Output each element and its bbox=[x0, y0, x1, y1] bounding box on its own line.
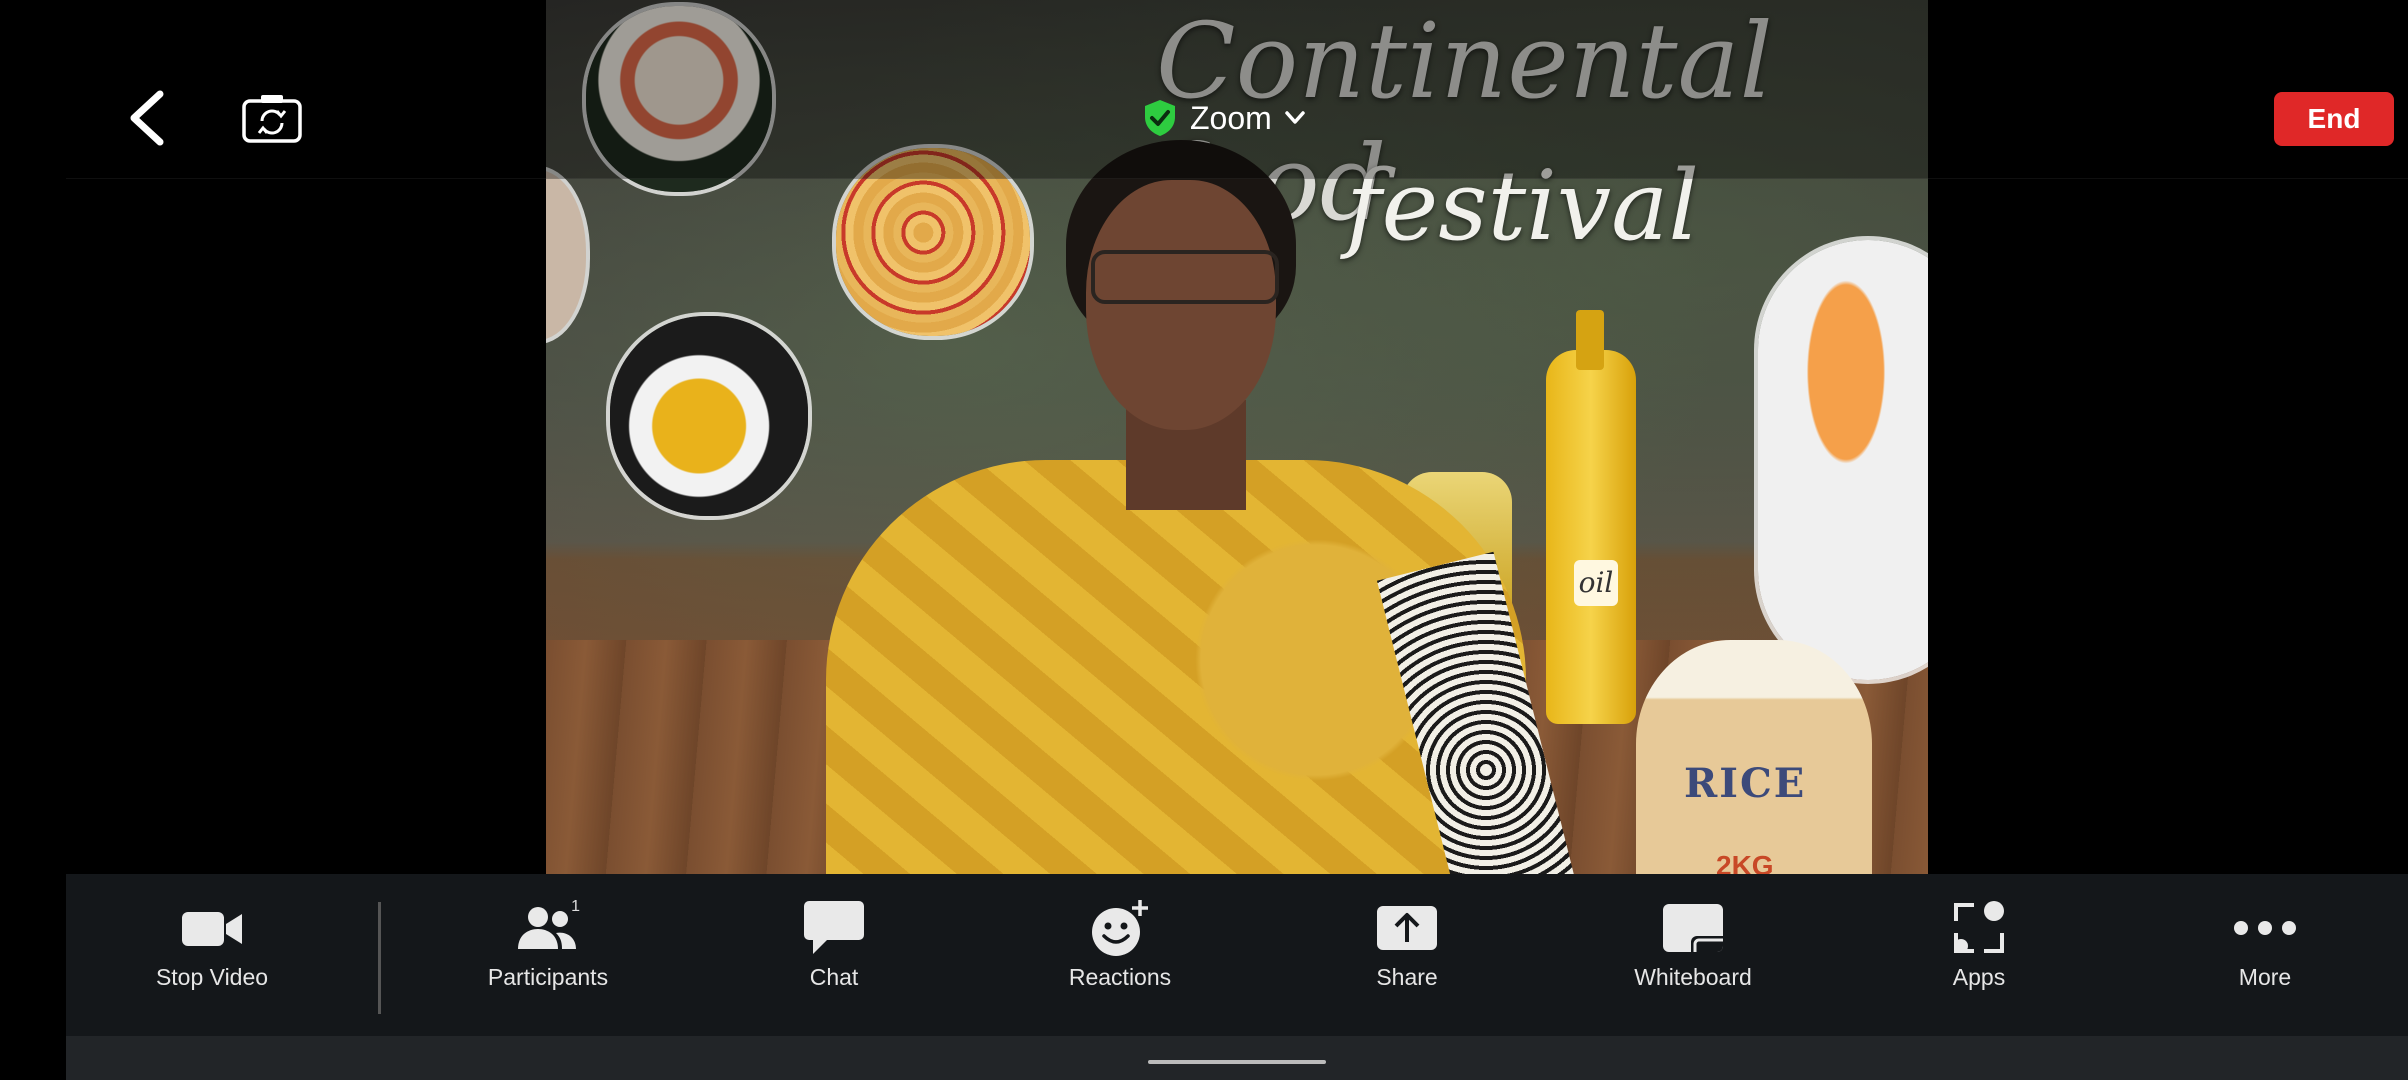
apps-icon bbox=[1954, 901, 2004, 953]
share-label: Share bbox=[1376, 964, 1438, 990]
participant-face bbox=[1086, 180, 1276, 430]
oil-label: oil bbox=[1574, 560, 1618, 606]
share-button[interactable]: Share bbox=[1307, 898, 1507, 1008]
participants-count-badge: 1 bbox=[571, 898, 580, 915]
stop-video-label: Stop Video bbox=[155, 964, 269, 990]
smiley-plus-icon bbox=[1092, 900, 1148, 956]
apps-button[interactable]: Apps bbox=[1879, 898, 2079, 1008]
end-meeting-button[interactable]: End bbox=[2274, 92, 2394, 146]
home-indicator[interactable] bbox=[1148, 1060, 1326, 1064]
chat-label: Chat bbox=[809, 964, 859, 990]
switch-camera-icon bbox=[242, 95, 302, 143]
toolbar-divider bbox=[378, 902, 381, 1014]
apps-label: Apps bbox=[1952, 964, 2006, 990]
switch-camera-button[interactable] bbox=[238, 84, 306, 152]
participant-glasses bbox=[1091, 250, 1279, 304]
back-button[interactable] bbox=[108, 80, 184, 156]
whiteboard-button[interactable]: Whiteboard bbox=[1593, 898, 1793, 1008]
system-navigation-strip bbox=[66, 1036, 2408, 1080]
reactions-label: Reactions bbox=[1068, 964, 1172, 990]
more-dots-icon bbox=[2234, 921, 2296, 935]
participants-label: Participants bbox=[487, 964, 609, 990]
whiteboard-icon bbox=[1663, 904, 1723, 952]
food-image-pudding bbox=[610, 316, 808, 516]
meeting-toolbar: Stop Video 1 Participants Chat Reactions… bbox=[66, 874, 2408, 1036]
rice-weight: 2KG bbox=[1716, 850, 1774, 874]
chevron-down-icon bbox=[1285, 111, 1305, 124]
shield-check-icon bbox=[1145, 100, 1175, 136]
oil-bottle-neck bbox=[1576, 310, 1604, 370]
participant-video bbox=[786, 140, 1596, 874]
more-button[interactable]: More bbox=[2165, 898, 2365, 1008]
food-image-chicken bbox=[1758, 240, 1928, 680]
chevron-left-icon bbox=[130, 90, 164, 146]
stop-video-button[interactable]: Stop Video bbox=[112, 898, 312, 1008]
reactions-button[interactable]: Reactions bbox=[1020, 898, 1220, 1008]
zoom-meeting-screen: Continental food festival oil RICE 2KG bbox=[0, 0, 2408, 1080]
rice-label: RICE bbox=[1684, 760, 1807, 807]
participants-button[interactable]: 1 Participants bbox=[448, 898, 648, 1008]
chat-bubble-icon bbox=[804, 901, 864, 954]
video-camera-icon bbox=[182, 912, 242, 946]
rice-bag: RICE 2KG bbox=[1636, 640, 1872, 874]
meeting-title: Zoom bbox=[1190, 99, 1272, 136]
whiteboard-label: Whiteboard bbox=[1634, 964, 1752, 990]
chat-button[interactable]: Chat bbox=[734, 898, 934, 1008]
food-image-left-edge bbox=[546, 170, 586, 340]
more-label: More bbox=[2238, 964, 2292, 990]
oil-bottle-large: oil bbox=[1546, 310, 1636, 724]
share-upload-icon bbox=[1377, 906, 1437, 950]
meeting-title-dropdown[interactable]: Zoom bbox=[1142, 88, 1306, 148]
